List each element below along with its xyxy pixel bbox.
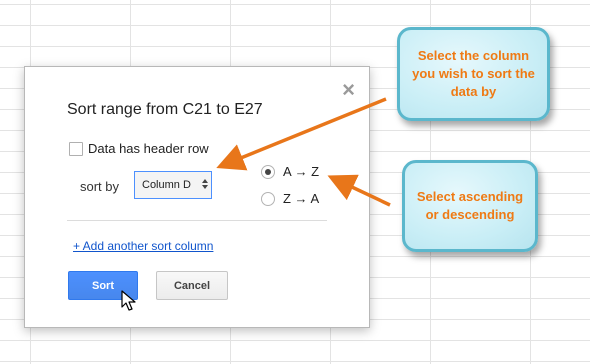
divider [67, 220, 327, 221]
sort-range-dialog: × Sort range from C21 to E27 Data has he… [24, 66, 370, 328]
radio-descending[interactable]: Z → A [261, 191, 319, 206]
sort-column-select[interactable]: Column D [134, 171, 212, 199]
radio-descending-button[interactable] [261, 191, 275, 206]
cancel-button[interactable]: Cancel [156, 271, 228, 300]
header-row-option[interactable]: Data has header row [69, 141, 209, 156]
add-sort-column-link[interactable]: + Add another sort column [73, 239, 213, 253]
dialog-title: Sort range from C21 to E27 [67, 101, 263, 118]
callout-select-order: Select ascending or descending [402, 160, 538, 252]
header-row-label: Data has header row [88, 141, 209, 156]
radio-ascending[interactable]: A → Z [261, 164, 319, 179]
radio-ascending-label: A → Z [283, 164, 320, 179]
radio-descending-label: Z → A [283, 191, 320, 206]
mouse-pointer-icon [121, 290, 136, 311]
up-down-arrows-icon [202, 179, 208, 189]
header-row-checkbox[interactable] [69, 141, 83, 156]
sort-by-label: sort by [80, 179, 120, 194]
callout-select-column: Select the column you wish to sort the d… [397, 27, 550, 121]
radio-ascending-button[interactable] [261, 164, 275, 179]
close-icon[interactable]: × [342, 79, 355, 101]
sort-column-value: Column D [142, 179, 191, 191]
